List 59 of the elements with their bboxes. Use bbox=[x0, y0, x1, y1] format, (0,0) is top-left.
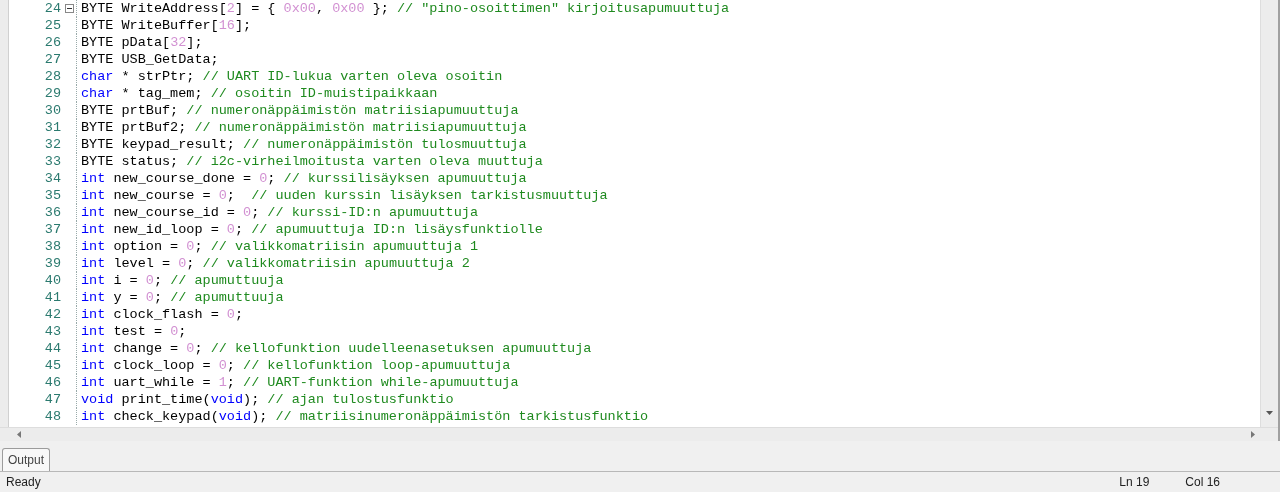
line-number: 40 bbox=[43, 273, 61, 288]
code-line: char * tag_mem; // osoitin ID-muistipaikkaan bbox=[81, 86, 438, 101]
line-number: 43 bbox=[43, 324, 61, 339]
code-line: int new_course_done = 0; // kurssilisäyksen apumuuttuja bbox=[81, 171, 527, 186]
line-number: 27 bbox=[43, 52, 61, 67]
code-line: int i = 0; // apumuttuuja bbox=[81, 273, 284, 288]
code-line: BYTE keypad_result; // numeronäppäimistön tulosmuuttuja bbox=[81, 137, 527, 152]
line-number: 46 bbox=[43, 375, 61, 390]
code-line: int clock_loop = 0; // kellofunktion loop-apumuuttuja bbox=[81, 358, 511, 373]
code-line: BYTE USB_GetData; bbox=[81, 52, 219, 67]
code-line: int level = 0; // valikkomatriisin apumuuttuja 2 bbox=[81, 256, 470, 271]
code-line: int change = 0; // kellofunktion uudelleenasetuksen apumuuttuja bbox=[81, 341, 592, 356]
code-line: BYTE WriteBuffer[16]; bbox=[81, 18, 252, 33]
code-line: BYTE status; // i2c-virheilmoitusta varten oleva muuttuja bbox=[81, 154, 543, 169]
code-line: int check_keypad(void); // matriisinumeronäppäimistön tarkistusfunktio bbox=[81, 409, 649, 424]
line-number: 28 bbox=[43, 69, 61, 84]
right-arrow-icon[interactable] bbox=[1249, 431, 1256, 438]
line-number: 36 bbox=[43, 205, 61, 220]
code-line: void print_time(void); // ajan tulostusfunktio bbox=[81, 392, 454, 407]
collapse-icon[interactable] bbox=[64, 4, 74, 13]
code-line: char * strPtr; // UART ID-lukua varten oleva osoitin bbox=[81, 69, 503, 84]
line-number: 44 bbox=[43, 341, 61, 356]
line-number: 25 bbox=[43, 18, 61, 33]
column-indicator: Col 16 bbox=[1185, 475, 1220, 489]
line-number: 29 bbox=[43, 86, 61, 101]
line-number: 37 bbox=[43, 222, 61, 237]
code-line: int uart_while = 1; // UART-funktion while-apumuuttuja bbox=[81, 375, 519, 390]
code-line: int clock_flash = 0; bbox=[81, 307, 244, 322]
line-number: 24 bbox=[43, 1, 61, 16]
line-number: 33 bbox=[43, 154, 61, 169]
line-indicator: Ln 19 bbox=[1119, 475, 1150, 489]
code-line: BYTE pData[32]; bbox=[81, 35, 203, 50]
line-number: 31 bbox=[43, 120, 61, 135]
line-number: 42 bbox=[43, 307, 61, 322]
down-arrow-icon[interactable] bbox=[1266, 410, 1273, 418]
line-number: 30 bbox=[43, 103, 61, 118]
code-line: int new_course = 0; // uuden kurssin lisäyksen tarkistusmuuttuja bbox=[81, 188, 608, 203]
line-number: 26 bbox=[43, 35, 61, 50]
line-number: 39 bbox=[43, 256, 61, 271]
line-number: 41 bbox=[43, 290, 61, 305]
left-arrow-icon[interactable] bbox=[16, 431, 23, 438]
code-line: int y = 0; // apumuttuuja bbox=[81, 290, 284, 305]
code-line: int test = 0; bbox=[81, 324, 187, 339]
line-number: 47 bbox=[43, 392, 61, 407]
line-number: 35 bbox=[43, 188, 61, 203]
code-line: BYTE WriteAddress[2] = { 0x00, 0x00 }; // "pino-osoittimen" kirjoitusapumuuttuja bbox=[81, 1, 730, 16]
code-line: int new_course_id = 0; // kurssi-ID:n apumuuttuja bbox=[81, 205, 478, 220]
panel-tab[interactable]: Output bbox=[2, 448, 51, 471]
line-number: 34 bbox=[43, 171, 61, 186]
line-number: 38 bbox=[43, 239, 61, 254]
code-line: int option = 0; // valikkomatriisin apumuuttuja 1 bbox=[81, 239, 478, 254]
line-number: 45 bbox=[43, 358, 61, 373]
line-number: 48 bbox=[43, 409, 61, 424]
status-message: Ready bbox=[6, 475, 41, 489]
code-line: BYTE prtBuf2; // numeronäppäimistön matriisiapumuuttuja bbox=[81, 120, 527, 135]
vertical-scrollbar[interactable] bbox=[1260, 0, 1278, 428]
code-line: BYTE prtBuf; // numeronäppäimistön matriisiapumuuttuja bbox=[81, 103, 519, 118]
line-number: 32 bbox=[43, 137, 61, 152]
code-line: int new_id_loop = 0; // apumuuttuja ID:n lisäysfunktiolle bbox=[81, 222, 543, 237]
